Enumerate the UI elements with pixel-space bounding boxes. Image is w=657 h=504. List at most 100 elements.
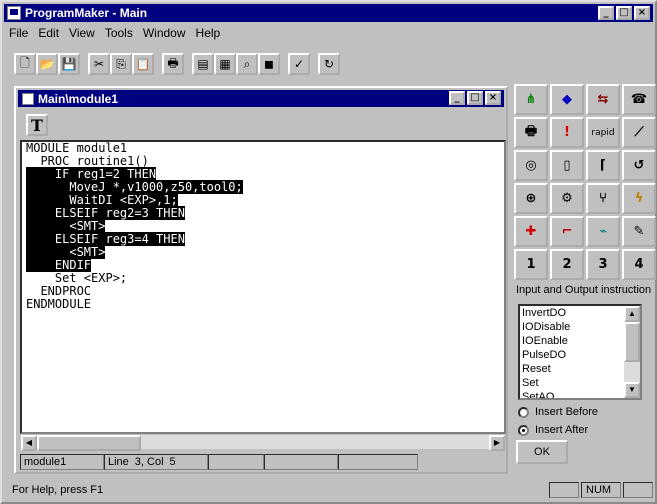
main-toolbar: 🗋 📂 💾 ✂ ⎘ 📋 🖶 ▤ ▦ ⌕ ◼ ✓ ↻ bbox=[4, 50, 340, 78]
scroll-right-icon[interactable]: ▶ bbox=[489, 435, 505, 451]
palette-button-rapid[interactable]: rapid bbox=[586, 117, 620, 148]
help-text: For Help, press F1 bbox=[12, 484, 104, 496]
list-item[interactable]: IOEnable bbox=[520, 334, 640, 348]
code-text: <SMT> bbox=[26, 245, 106, 259]
vertical-scrollbar[interactable]: ▲ ▼ bbox=[624, 306, 640, 398]
scroll-down-icon[interactable]: ▼ bbox=[624, 382, 640, 398]
circle-icon[interactable]: ◎ bbox=[514, 150, 548, 181]
menu-edit[interactable]: Edit bbox=[33, 26, 64, 40]
save-icon[interactable]: 💾 bbox=[58, 53, 80, 75]
menu-view[interactable]: View bbox=[64, 26, 100, 40]
cursor-position: Line 3, Col 5 bbox=[104, 454, 208, 470]
close-button[interactable]: × bbox=[634, 6, 650, 20]
arrows-icon[interactable]: ⇆ bbox=[586, 84, 620, 115]
main-window: ProgramMaker - Main _ □ × File Edit View… bbox=[0, 0, 657, 504]
view-icon[interactable]: ▤ bbox=[192, 53, 214, 75]
list-item[interactable]: Reset bbox=[520, 362, 640, 376]
shapes-icon[interactable]: ◆ bbox=[550, 84, 584, 115]
pencil-icon[interactable]: ✎ bbox=[622, 216, 656, 247]
code-line: Set <EXP>; bbox=[22, 272, 504, 285]
open-icon[interactable]: 📂 bbox=[36, 53, 58, 75]
target-icon[interactable]: ⊕ bbox=[514, 183, 548, 214]
ok-button[interactable]: OK bbox=[516, 440, 568, 464]
palette-grid: ⋔ ◆ ⇆ ☎ 🖶! rapid ⟋ ◎ ▯ ⌈ ↺ ⊕ ⚙ ⑂ ϟ ✚ ⌐ ⌁ ✎ 1 2 3 4 bbox=[512, 84, 656, 280]
lightning-icon[interactable]: ϟ bbox=[622, 183, 656, 214]
palette-button-2[interactable]: 2 bbox=[550, 249, 584, 280]
loop-icon[interactable]: ↺ bbox=[622, 150, 656, 181]
horizontal-scrollbar[interactable]: ◀ ▶ bbox=[20, 434, 506, 451]
split-icon[interactable]: ⑂ bbox=[586, 183, 620, 214]
tree-icon[interactable]: ⋔ bbox=[514, 84, 548, 115]
code-text: ENDMODULE bbox=[26, 297, 92, 311]
menu-help[interactable]: Help bbox=[191, 26, 226, 40]
status-cell bbox=[264, 454, 338, 470]
bracket-icon[interactable]: ⌈ bbox=[586, 150, 620, 181]
instruction-category-label: Input and Output instruction bbox=[516, 284, 652, 296]
instruction-list[interactable]: InvertDO IODisable IOEnable PulseDO Reset Set… bbox=[518, 304, 642, 400]
check-icon[interactable]: ✓ bbox=[288, 53, 310, 75]
app-icon bbox=[7, 6, 21, 20]
insert-before-radio[interactable]: Insert Before bbox=[518, 406, 598, 418]
document-icon bbox=[22, 92, 34, 105]
menu-bar: File Edit View Tools Window Help bbox=[4, 24, 653, 42]
list-item[interactable]: PulseDO bbox=[520, 348, 640, 362]
find-icon[interactable]: ⌕ bbox=[236, 53, 258, 75]
text-tool-button[interactable]: T bbox=[26, 114, 48, 136]
status-cell bbox=[338, 454, 418, 470]
code-text: ELSEIF reg3=4 THEN bbox=[26, 232, 185, 246]
minimize-button[interactable]: _ bbox=[598, 6, 614, 20]
copy-icon[interactable]: ⎘ bbox=[110, 53, 132, 75]
scroll-left-icon[interactable]: ◀ bbox=[21, 435, 37, 451]
grid-icon[interactable]: ▦ bbox=[214, 53, 236, 75]
gear-icon[interactable]: ⚙ bbox=[550, 183, 584, 214]
code-line: ENDMODULE bbox=[22, 298, 504, 311]
list-item[interactable]: IODisable bbox=[520, 320, 640, 334]
status-indicator bbox=[549, 482, 579, 498]
code-text: ELSEIF reg2=3 THEN bbox=[26, 206, 185, 220]
title-bar: ProgramMaker - Main _ □ × bbox=[4, 4, 653, 22]
list-item[interactable]: SetAO bbox=[520, 390, 640, 398]
printer-icon[interactable]: 🖶 bbox=[514, 117, 548, 148]
num-lock-indicator: NUM bbox=[581, 482, 621, 498]
scroll-thumb[interactable] bbox=[37, 435, 141, 451]
menu-window[interactable]: Window bbox=[138, 26, 191, 40]
plus-x-icon[interactable]: ✚ bbox=[514, 216, 548, 247]
list-item[interactable]: InvertDO bbox=[520, 306, 640, 320]
cube-icon[interactable]: ◼ bbox=[258, 53, 280, 75]
child-maximize-button[interactable]: □ bbox=[467, 91, 483, 105]
menu-file[interactable]: File bbox=[4, 26, 33, 40]
code-text: Set <EXP>; bbox=[26, 271, 128, 285]
module-name: module1 bbox=[20, 454, 104, 470]
phone-pad-icon[interactable]: ▯ bbox=[550, 150, 584, 181]
insert-after-radio[interactable]: Insert After bbox=[518, 424, 588, 436]
maximize-button[interactable]: □ bbox=[616, 6, 632, 20]
code-text: ENDIF bbox=[26, 258, 92, 272]
insert-after-label: Insert After bbox=[535, 424, 589, 436]
code-editor[interactable]: MODULE module1 PROC routine1() IF reg1=2… bbox=[20, 140, 506, 434]
exclamation-icon[interactable]: ! bbox=[550, 117, 584, 148]
print-icon[interactable]: 🖶 bbox=[162, 53, 184, 75]
code-line: ENDPROC bbox=[22, 285, 504, 298]
module-window-title-bar: Main\module1 _ □ × bbox=[18, 90, 504, 107]
status-cell bbox=[208, 454, 264, 470]
refresh-icon[interactable]: ↻ bbox=[318, 53, 340, 75]
graph-icon[interactable]: ⟋ bbox=[622, 117, 656, 148]
child-close-button[interactable]: × bbox=[485, 91, 501, 105]
new-icon[interactable]: 🗋 bbox=[14, 53, 36, 75]
insert-before-label: Insert Before bbox=[535, 406, 598, 418]
menu-tools[interactable]: Tools bbox=[100, 26, 138, 40]
drill-icon[interactable]: ⌁ bbox=[586, 216, 620, 247]
child-minimize-button[interactable]: _ bbox=[449, 91, 465, 105]
cut-icon[interactable]: ✂ bbox=[88, 53, 110, 75]
scroll-up-icon[interactable]: ▲ bbox=[624, 306, 640, 322]
col-value: 5 bbox=[169, 456, 176, 468]
list-scroll-thumb[interactable] bbox=[624, 322, 640, 362]
phone-icon[interactable]: ☎ bbox=[622, 84, 656, 115]
robot-icon[interactable]: ⌐ bbox=[550, 216, 584, 247]
palette-button-4[interactable]: 4 bbox=[622, 249, 656, 280]
palette-button-1[interactable]: 1 bbox=[514, 249, 548, 280]
list-item[interactable]: Set bbox=[520, 376, 640, 390]
code-line: <SMT> bbox=[22, 245, 504, 259]
palette-button-3[interactable]: 3 bbox=[586, 249, 620, 280]
paste-icon[interactable]: 📋 bbox=[132, 53, 154, 75]
